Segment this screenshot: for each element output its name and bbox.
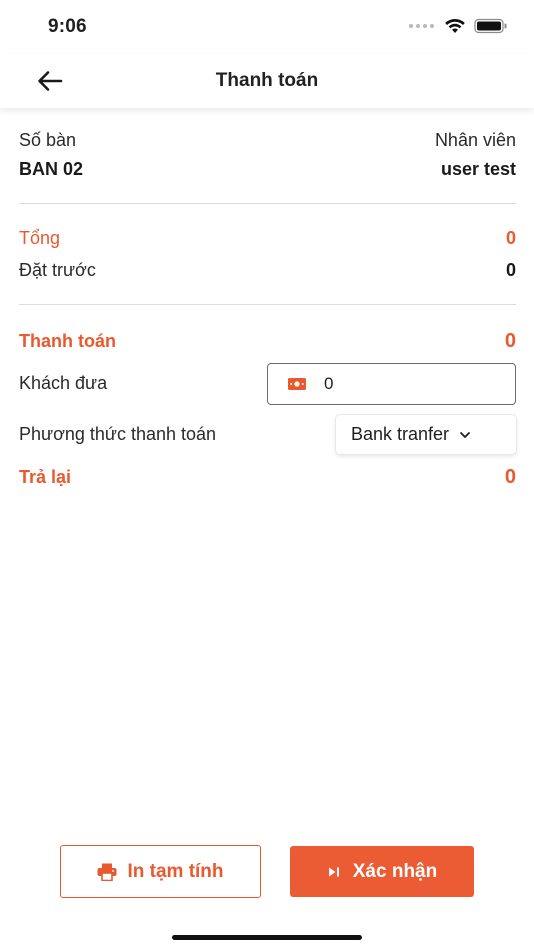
wifi-icon: [445, 18, 465, 33]
confirm-label: Xác nhận: [352, 860, 438, 882]
change-row: Trả lại 0: [19, 466, 516, 489]
payment-row: Thanh toán 0: [19, 330, 516, 353]
payment-method-row: Phương thức thanh toán: [19, 424, 216, 445]
table-label: Số bàn: [19, 130, 77, 150]
divider: [19, 304, 516, 305]
page-title: Thanh toán: [215, 70, 319, 91]
payment-method-select[interactable]: Bank tranfer: [336, 415, 516, 454]
printer-icon: [97, 863, 117, 881]
info-labels-row: Số bàn Nhân viên: [19, 130, 516, 151]
payment-method-label: Phương thức thanh toán: [19, 424, 217, 444]
change-value: 0: [504, 466, 516, 488]
deposit-row: Đặt trước 0: [19, 260, 516, 281]
total-label: Tổng: [19, 228, 61, 248]
cash-given-value: 0: [324, 374, 334, 393]
chevron-down-icon: [460, 431, 470, 438]
money-icon: [288, 378, 306, 390]
cash-given-label: Khách đưa: [19, 373, 108, 393]
total-value: 0: [505, 228, 516, 248]
staff-value: user test: [440, 159, 516, 179]
divider: [19, 203, 516, 204]
deposit-label: Đặt trước: [19, 260, 96, 280]
staff-label: Nhân viên: [434, 130, 516, 150]
nav-bar: Thanh toán: [0, 54, 534, 108]
print-draft-label: In tạm tính: [127, 860, 224, 882]
cellular-dots-icon: [409, 24, 434, 28]
table-value: BAN 02: [19, 159, 84, 179]
info-values-row: BAN 02 user test: [19, 159, 516, 180]
status-time: 9:06: [48, 16, 87, 37]
total-row: Tổng 0: [19, 228, 516, 249]
payment-value: 0: [504, 330, 516, 352]
payment-label: Thanh toán: [19, 331, 116, 351]
battery-icon: [474, 18, 507, 34]
status-bar: 9:06: [0, 0, 534, 54]
payment-method-value: Bank tranfer: [351, 424, 450, 444]
deposit-value: 0: [505, 260, 516, 280]
cash-given-input[interactable]: 0: [267, 363, 516, 405]
change-label: Trả lại: [19, 467, 72, 487]
status-icons: [409, 18, 508, 34]
print-draft-button[interactable]: In tạm tính: [60, 845, 261, 898]
play-next-icon: [328, 867, 339, 876]
home-indicator: [172, 935, 362, 940]
confirm-button[interactable]: Xác nhận: [290, 846, 474, 897]
cash-given-row: Khách đưa: [19, 373, 107, 394]
